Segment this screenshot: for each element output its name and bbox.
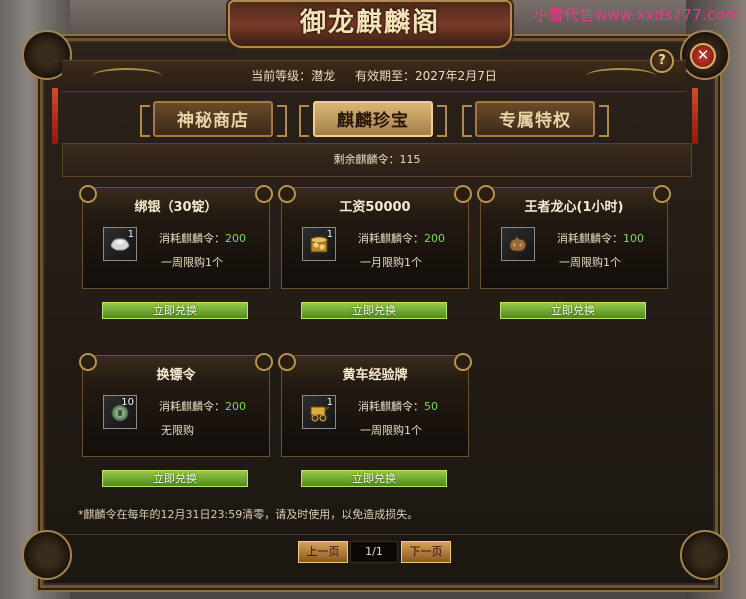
tab-bracket [277, 105, 287, 137]
item-count: 10 [121, 397, 134, 408]
cost-label: 消耗麒麟令： [358, 400, 424, 413]
tassel-right [692, 88, 698, 144]
reset-notice: *麒麟令在每年的12月31日23:59清零，请及时使用，以免造成损失。 [78, 508, 419, 521]
exchange-button[interactable]: 立即兑换 [500, 302, 646, 319]
item-count: 1 [326, 229, 333, 240]
item-slot[interactable]: 1 [302, 227, 336, 261]
item-cost: 消耗麒麟令：200 [358, 230, 445, 246]
item-cost: 消耗麒麟令：100 [557, 230, 644, 246]
purchase-limit: 一周限购1个 [360, 424, 422, 437]
expiry-date: 有效期至：2027年2月7日 [355, 69, 497, 83]
swirl-ornament-right [586, 68, 656, 84]
tab-bracket [299, 105, 309, 137]
item-cost: 消耗麒麟令：200 [159, 230, 246, 246]
exchange-button[interactable]: 立即兑换 [102, 470, 248, 487]
cost-value: 200 [225, 232, 246, 245]
exchange-button[interactable]: 立即兑换 [301, 302, 447, 319]
tab-bracket [140, 105, 150, 137]
cost-value: 50 [424, 400, 438, 413]
item-slot[interactable]: 1 [302, 395, 336, 429]
help-button[interactable]: ? [650, 49, 674, 73]
item-card: 黄车经验牌 1 消耗麒麟令：50 一周限购1个 [278, 353, 472, 457]
dialog-title: 御龙麒麟阁 [299, 8, 440, 38]
tassel-left [52, 88, 58, 144]
remaining-tokens: 剩余麒麟令：115 [62, 143, 692, 177]
item-slot[interactable]: 10 [103, 395, 137, 429]
exchange-button[interactable]: 立即兑换 [301, 470, 447, 487]
tab-bracket [437, 105, 447, 137]
page-indicator: 1/1 [350, 541, 398, 563]
item-name: 换镖令 [156, 368, 196, 383]
purchase-limit: 一周限购1个 [161, 256, 223, 269]
purchase-limit: 无限购 [161, 424, 194, 437]
cost-label: 消耗麒麟令： [159, 232, 225, 245]
cost-value: 100 [623, 232, 644, 245]
item-slot[interactable]: 1 [103, 227, 137, 261]
cost-label: 消耗麒麟令： [557, 232, 623, 245]
item-count: 1 [127, 229, 134, 240]
cost-value: 200 [424, 232, 445, 245]
item-card: 工资50000 1 消耗麒麟令：200 一月限购1个 [278, 185, 472, 289]
purchase-limit: 一周限购1个 [559, 256, 621, 269]
next-page-button[interactable]: 下一页 [401, 541, 451, 563]
tab-bracket [599, 105, 609, 137]
cost-label: 消耗麒麟令： [159, 400, 225, 413]
item-name: 黄车经验牌 [342, 368, 408, 383]
swirl-ornament-left [92, 68, 162, 84]
item-card: 换镖令 10 消耗麒麟令：200 无限购 [79, 353, 273, 457]
item-name: 王者龙心(1小时) [524, 200, 624, 215]
item-card: 王者龙心(1小时) 消耗麒麟令：100 一周限购1个 [477, 185, 671, 289]
item-slot[interactable] [501, 227, 535, 261]
purchase-limit: 一月限购1个 [360, 256, 422, 269]
watermark: 小雪代售www.xxds777.com [533, 6, 740, 24]
item-count: 1 [326, 397, 333, 408]
current-level: 当前等级：潜龙 [251, 69, 336, 83]
item-cost: 消耗麒麟令：50 [358, 398, 438, 414]
item-name: 工资50000 [339, 200, 411, 215]
tab-qilin-treasure[interactable]: 麒麟珍宝 [313, 101, 433, 137]
item-card: 绑银（30锭） 1 消耗麒麟令：200 一周限购1个 [79, 185, 273, 289]
dragon-heart-icon [509, 235, 527, 252]
prev-page-button[interactable]: 上一页 [298, 541, 348, 563]
cost-value: 200 [225, 400, 246, 413]
tab-mystery-shop[interactable]: 神秘商店 [153, 101, 273, 137]
tab-exclusive-privilege[interactable]: 专属特权 [475, 101, 595, 137]
cost-label: 消耗麒麟令： [358, 232, 424, 245]
title-plaque: 御龙麒麟阁 [228, 0, 512, 48]
tab-bracket [462, 105, 472, 137]
item-name: 绑银（30锭） [134, 200, 218, 215]
exchange-button[interactable]: 立即兑换 [102, 302, 248, 319]
item-cost: 消耗麒麟令：200 [159, 398, 246, 414]
close-button[interactable]: ✕ [690, 43, 716, 69]
